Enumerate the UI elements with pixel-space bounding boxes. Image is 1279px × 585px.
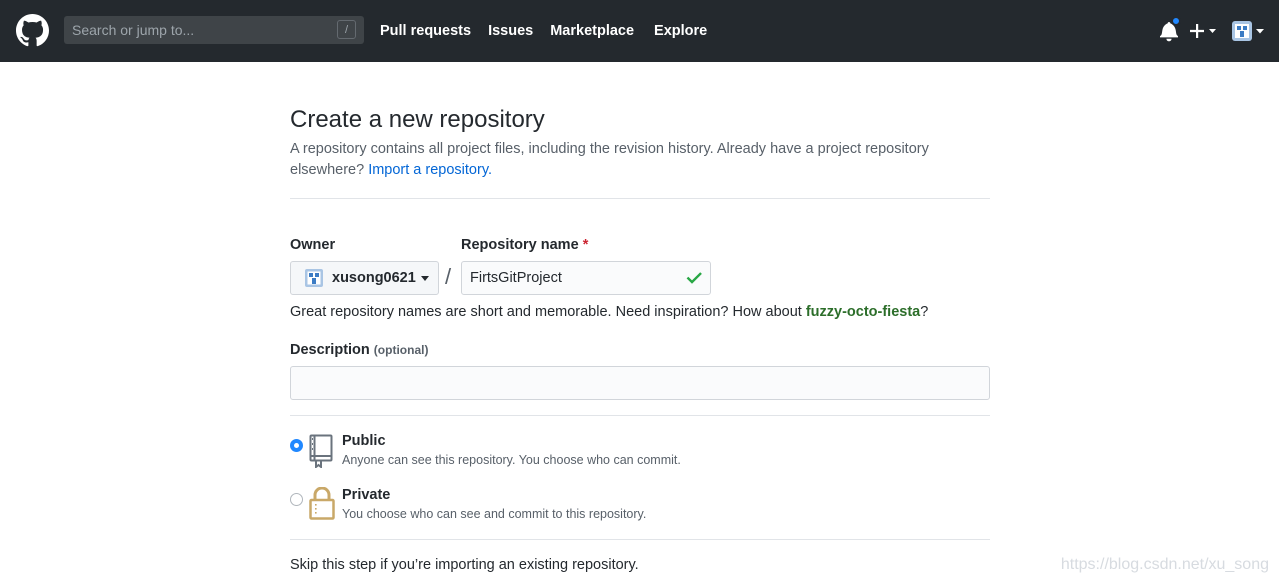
name-suggestion-link[interactable]: fuzzy-octo-fiesta xyxy=(806,304,920,320)
repo-name-input[interactable] xyxy=(462,262,672,294)
owner-repo-separator: / xyxy=(445,264,452,289)
owner-avatar-icon xyxy=(305,269,323,287)
page-subtitle: A repository contains all project files,… xyxy=(290,139,990,181)
owner-select-button[interactable]: xusong0621 xyxy=(290,261,439,295)
private-radio[interactable] xyxy=(290,493,303,506)
search-shortcut-key: / xyxy=(337,20,356,39)
global-nav: Pull requests Issues Marketplace Explore xyxy=(380,0,724,62)
repo-name-label: Repository name * xyxy=(461,237,588,253)
github-logo-icon[interactable] xyxy=(16,14,49,47)
global-header: / Pull requests Issues Marketplace Explo… xyxy=(0,0,1279,62)
private-option-description: You choose who can see and commit to thi… xyxy=(342,507,647,521)
notification-indicator xyxy=(1171,16,1181,26)
owner-value: xusong0621 xyxy=(332,270,416,286)
nav-marketplace[interactable]: Marketplace xyxy=(550,23,634,39)
nav-pull-requests[interactable]: Pull requests xyxy=(380,23,471,39)
page-title: Create a new repository xyxy=(290,106,545,133)
public-option-description: Anyone can see this repository. You choo… xyxy=(342,453,681,467)
owner-label: Owner xyxy=(290,237,336,253)
import-repository-link[interactable]: Import a repository. xyxy=(368,162,492,178)
nav-issues[interactable]: Issues xyxy=(488,23,533,39)
private-option-title[interactable]: Private xyxy=(342,487,390,503)
create-new-dropdown-icon[interactable] xyxy=(1190,20,1218,42)
required-mark: * xyxy=(582,237,589,253)
divider xyxy=(290,198,990,199)
hint-text: Great repository names are short and mem… xyxy=(290,304,806,320)
description-optional-note: (optional) xyxy=(373,343,429,357)
public-radio[interactable] xyxy=(290,439,303,452)
description-label: Description (optional) xyxy=(290,342,428,358)
description-field[interactable] xyxy=(290,366,990,400)
divider xyxy=(290,539,990,540)
skip-step-note: Skip this step if you’re importing an ex… xyxy=(290,557,639,573)
repo-name-field[interactable] xyxy=(461,261,711,295)
repo-name-label-text: Repository name xyxy=(461,237,579,253)
watermark-text: https://blog.csdn.net/xu_song xyxy=(1060,556,1269,573)
nav-explore[interactable]: Explore xyxy=(654,23,707,39)
description-input[interactable] xyxy=(291,367,989,399)
repo-name-hint: Great repository names are short and mem… xyxy=(290,304,928,320)
user-avatar-dropdown[interactable] xyxy=(1231,19,1267,43)
check-icon xyxy=(686,272,702,284)
chevron-down-icon xyxy=(420,275,429,281)
lock-icon xyxy=(309,487,335,520)
description-label-text: Description xyxy=(290,342,370,358)
repo-book-icon xyxy=(309,434,333,468)
public-option-title[interactable]: Public xyxy=(342,433,386,449)
search-box[interactable]: / xyxy=(64,16,364,44)
hint-end: ? xyxy=(920,304,929,320)
search-input[interactable] xyxy=(72,22,322,38)
divider xyxy=(290,415,990,416)
